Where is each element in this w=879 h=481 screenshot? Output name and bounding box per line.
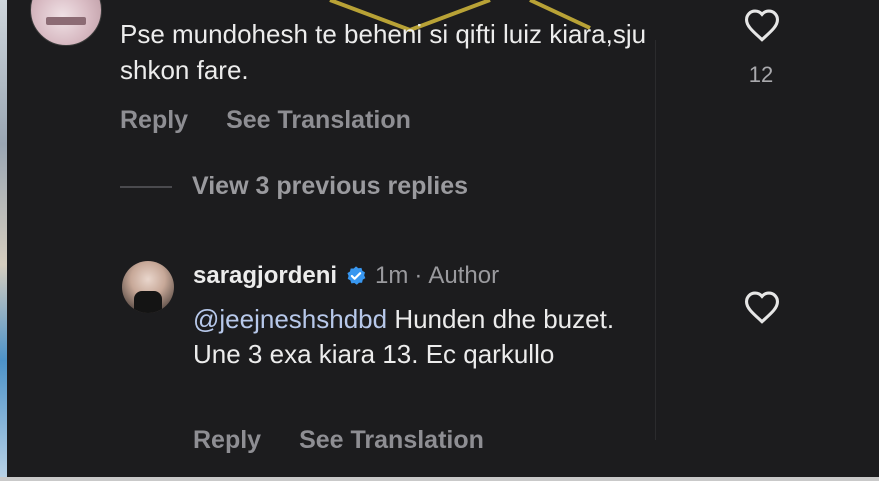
reply-username[interactable]: saragjordeni — [193, 262, 337, 290]
reply-button[interactable]: Reply — [120, 106, 188, 135]
reply-text: @jeejneshshdbd Hunden dhe buzet. Une 3 e… — [193, 302, 643, 372]
heart-icon[interactable] — [743, 8, 781, 42]
comment-text: Pse mundohesh te beheni si qifti luiz ki… — [120, 19, 647, 85]
reply-button[interactable]: Reply — [193, 426, 261, 455]
like-count[interactable]: 12 — [746, 62, 776, 88]
commenter-avatar[interactable] — [30, 0, 102, 46]
view-previous-replies-label: View 3 previous replies — [192, 172, 469, 200]
divider — [655, 40, 656, 440]
view-previous-replies-button[interactable]: View 3 previous replies — [120, 172, 468, 201]
reply-time: 1m — [375, 262, 409, 289]
comment-actions: Reply See Translation — [120, 106, 411, 135]
thread-line — [120, 185, 172, 188]
bottom-edge — [0, 477, 879, 481]
reply-actions: Reply See Translation — [193, 426, 484, 455]
see-translation-button[interactable]: See Translation — [299, 426, 484, 455]
reply-author-avatar[interactable] — [122, 261, 174, 313]
meta-separator: · — [414, 262, 423, 289]
verified-badge-icon — [347, 266, 366, 285]
heart-icon[interactable] — [743, 290, 781, 324]
background-edge — [0, 0, 7, 481]
author-label: Author — [428, 262, 500, 289]
mention-link[interactable]: @jeejneshshdbd — [193, 304, 387, 334]
see-translation-button[interactable]: See Translation — [226, 106, 411, 135]
reply-header: saragjordeni 1m · Author — [193, 262, 499, 290]
